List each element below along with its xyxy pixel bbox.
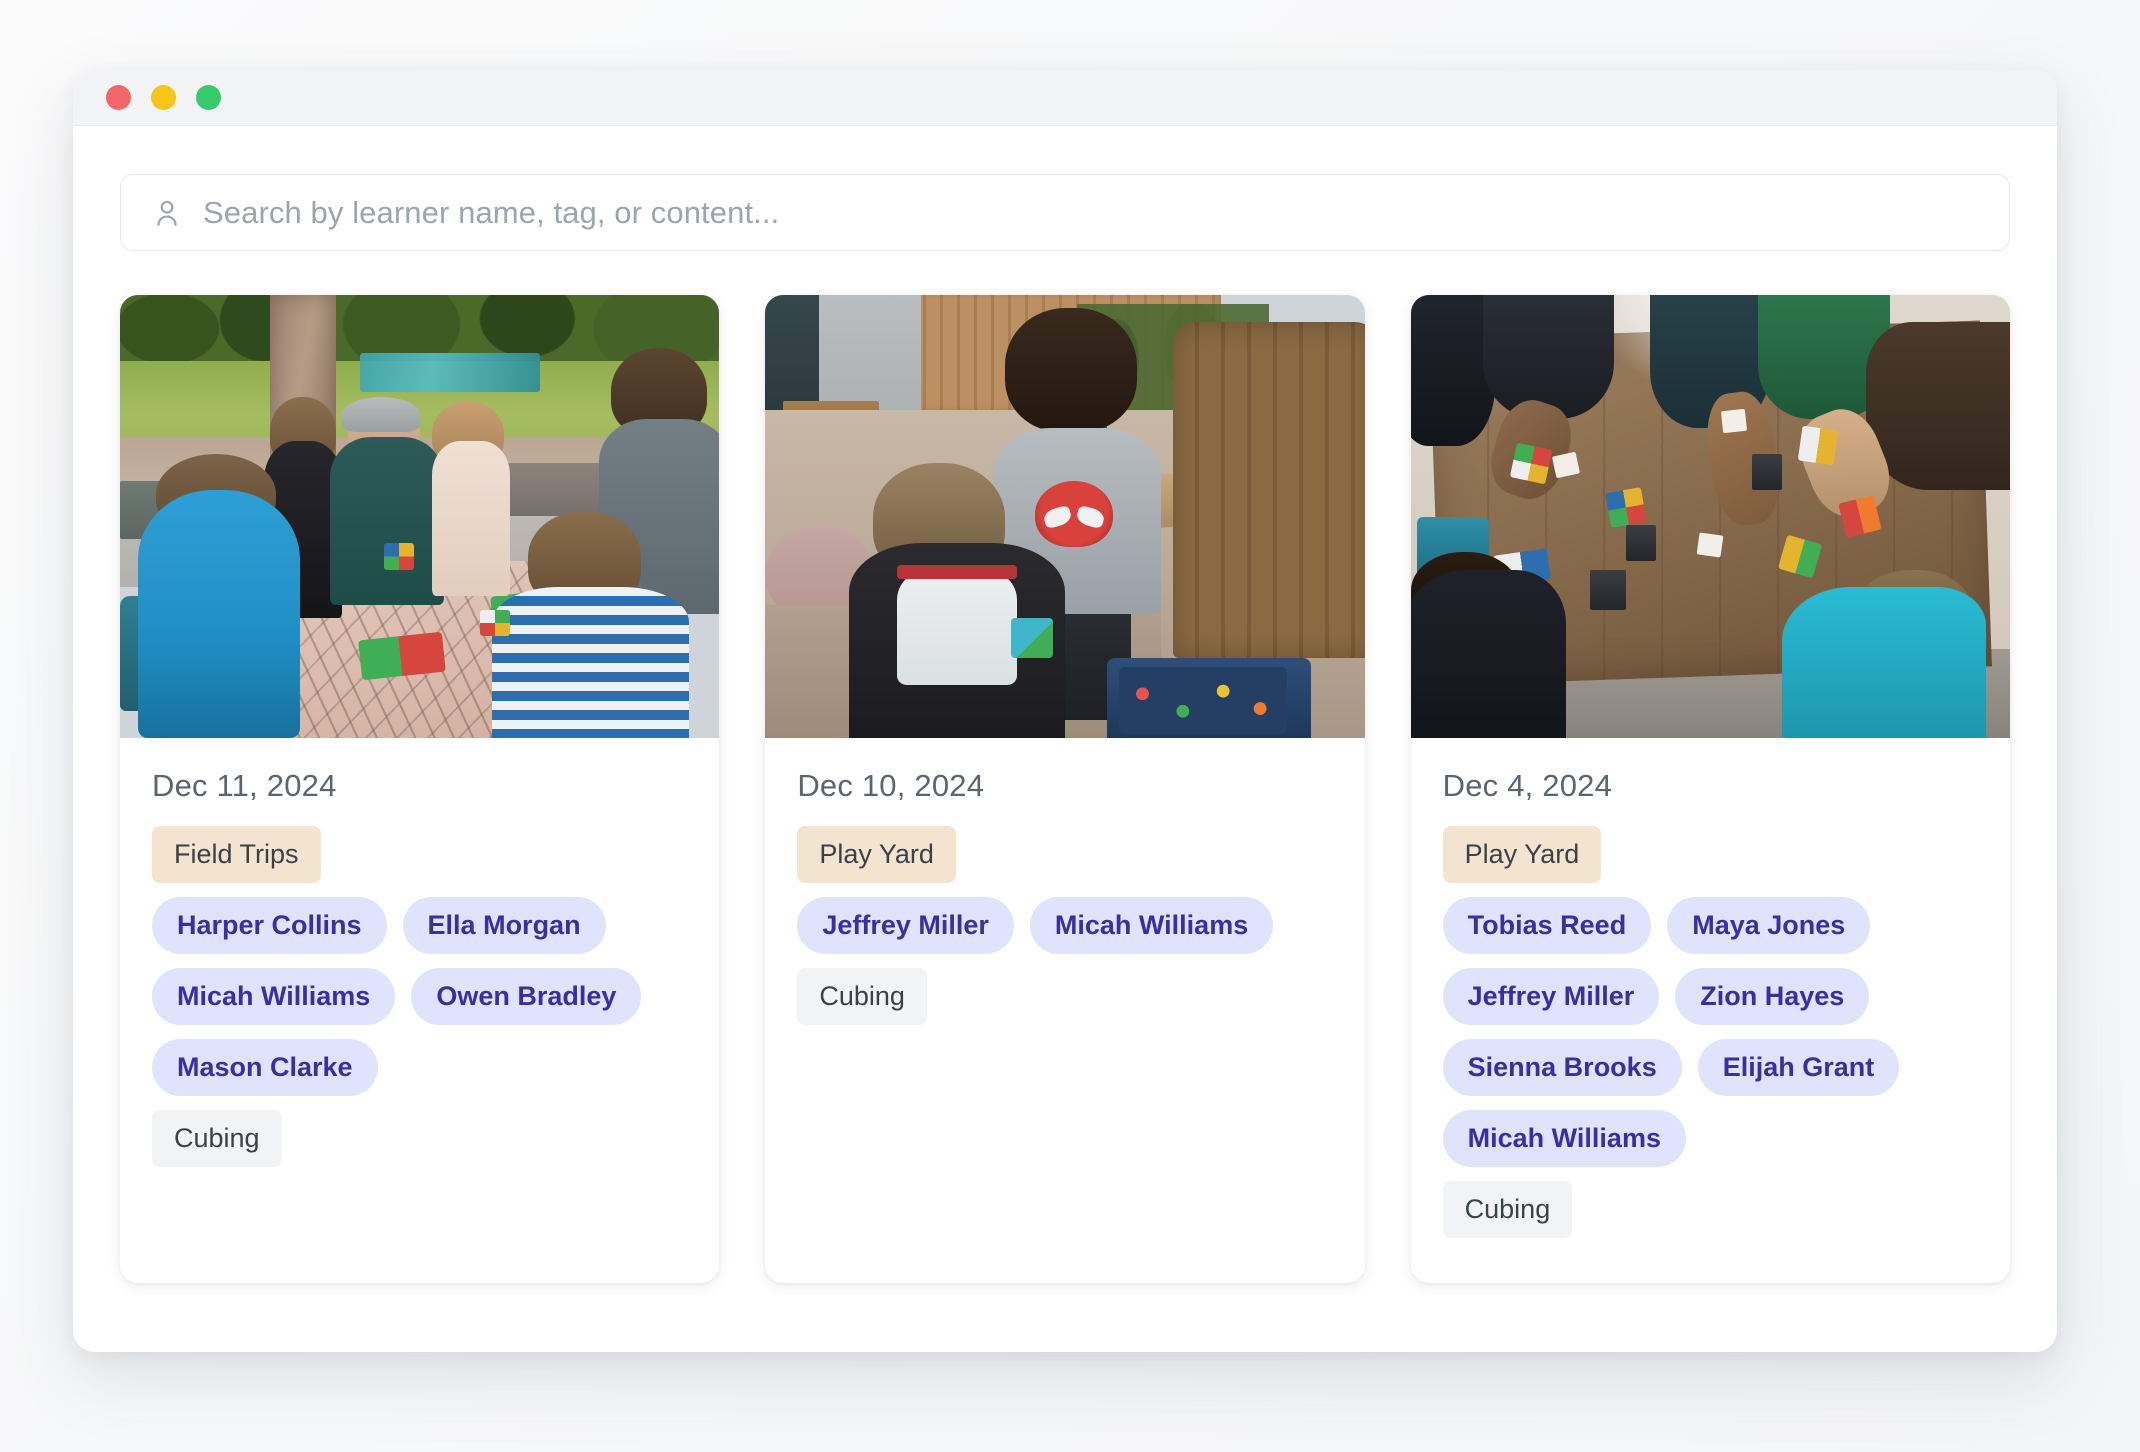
entry-card-grid: Dec 11, 2024 Field Trips Harper Collins … bbox=[120, 295, 2010, 1283]
search-bar[interactable]: Search by learner name, tag, or content.… bbox=[120, 174, 2010, 251]
entry-card-body: Dec 11, 2024 Field Trips Harper Collins … bbox=[120, 738, 719, 1167]
entry-card-body: Dec 10, 2024 Play Yard Jeffrey Miller Mi… bbox=[765, 738, 1364, 1025]
location-tag[interactable]: Play Yard bbox=[797, 826, 956, 883]
window-titlebar bbox=[73, 70, 2057, 126]
minimize-window-button[interactable] bbox=[151, 85, 176, 110]
entry-tag-list: Play Yard Jeffrey Miller Micah Williams … bbox=[797, 826, 1332, 1025]
maximize-window-button[interactable] bbox=[196, 85, 221, 110]
app-background: Search by learner name, tag, or content.… bbox=[0, 0, 2140, 1452]
entry-card[interactable]: Dec 10, 2024 Play Yard Jeffrey Miller Mi… bbox=[765, 295, 1365, 1283]
topic-tag[interactable]: Cubing bbox=[152, 1110, 282, 1167]
entry-date: Dec 10, 2024 bbox=[797, 768, 985, 803]
learner-tag[interactable]: Jeffrey Miller bbox=[797, 897, 1014, 954]
person-icon bbox=[157, 200, 177, 226]
entry-card[interactable]: Dec 4, 2024 Play Yard Tobias Reed Maya J… bbox=[1410, 295, 2010, 1283]
learner-tag[interactable]: Mason Clarke bbox=[152, 1039, 378, 1096]
entry-photo bbox=[120, 295, 720, 738]
learner-tag[interactable]: Harper Collins bbox=[152, 897, 387, 954]
location-tag[interactable]: Play Yard bbox=[1442, 826, 1602, 883]
entry-date: Dec 4, 2024 bbox=[1442, 768, 1613, 803]
browser-window: Search by learner name, tag, or content.… bbox=[73, 70, 2057, 1352]
entry-card-body: Dec 4, 2024 Play Yard Tobias Reed Maya J… bbox=[1411, 738, 2010, 1238]
entry-tag-list: Play Yard Tobias Reed Maya Jones Jeffrey… bbox=[1442, 826, 1978, 1238]
traffic-light-group bbox=[106, 85, 221, 110]
entry-photo bbox=[765, 295, 1365, 738]
entry-date: Dec 11, 2024 bbox=[152, 768, 337, 803]
learner-tag[interactable]: Elijah Grant bbox=[1697, 1039, 1900, 1096]
learner-tag[interactable]: Owen Bradley bbox=[411, 968, 642, 1025]
topic-tag[interactable]: Cubing bbox=[1442, 1181, 1573, 1238]
learner-tag[interactable]: Micah Williams bbox=[1029, 897, 1274, 954]
learner-tag[interactable]: Maya Jones bbox=[1667, 897, 1871, 954]
location-tag[interactable]: Field Trips bbox=[152, 826, 321, 883]
learner-tag[interactable]: Zion Hayes bbox=[1675, 968, 1870, 1025]
entry-tag-list: Field Trips Harper Collins Ella Morgan M… bbox=[152, 826, 687, 1167]
search-input[interactable]: Search by learner name, tag, or content.… bbox=[203, 195, 779, 231]
learner-tag[interactable]: Micah Williams bbox=[152, 968, 396, 1025]
learner-tag[interactable]: Micah Williams bbox=[1442, 1110, 1686, 1167]
learner-tag[interactable]: Jeffrey Miller bbox=[1442, 968, 1660, 1025]
learner-tag[interactable]: Tobias Reed bbox=[1442, 897, 1652, 954]
topic-tag[interactable]: Cubing bbox=[797, 968, 927, 1025]
learner-tag[interactable]: Ella Morgan bbox=[402, 897, 606, 954]
learner-tag[interactable]: Sienna Brooks bbox=[1442, 1039, 1682, 1096]
window-content: Search by learner name, tag, or content.… bbox=[73, 126, 2057, 1352]
close-window-button[interactable] bbox=[106, 85, 131, 110]
entry-card[interactable]: Dec 11, 2024 Field Trips Harper Collins … bbox=[120, 295, 720, 1283]
entry-photo bbox=[1410, 295, 2010, 738]
